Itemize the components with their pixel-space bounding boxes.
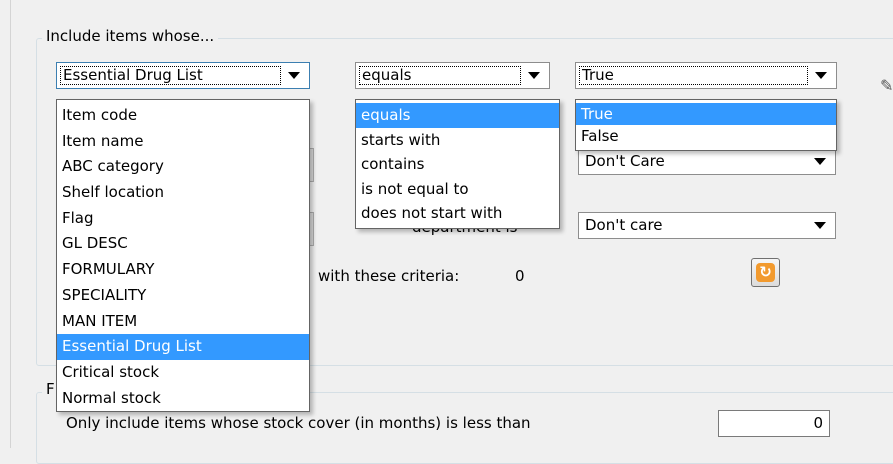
include-items-legend: Include items whose...: [42, 27, 219, 45]
field-option[interactable]: Critical stock: [57, 360, 309, 386]
operator-option[interactable]: is not equal to: [356, 177, 559, 202]
refresh-icon: ↻: [756, 263, 775, 282]
field-option[interactable]: GL DESC: [57, 231, 309, 257]
field-option[interactable]: Item name: [57, 129, 309, 155]
operator-combo-value: equals: [359, 66, 521, 85]
chevron-down-icon: [288, 72, 300, 79]
field-dropdown-list: Item code Item name ABC category Shelf loca…: [56, 99, 310, 412]
criteria-label: with these criteria:: [318, 267, 460, 285]
operator-dropdown-list: equals starts with contains is not equal to…: [355, 99, 560, 229]
value-dropdown-list: True False: [575, 99, 837, 151]
window-edge: [10, 0, 11, 448]
chevron-down-icon: [814, 222, 826, 229]
operator-option[interactable]: starts with: [356, 128, 559, 153]
value-combo-value: True: [579, 66, 808, 85]
field-option[interactable]: ABC category: [57, 154, 309, 180]
operator-option[interactable]: equals: [356, 103, 559, 128]
dont-care-combo-2[interactable]: Don't care: [578, 212, 836, 239]
field-option[interactable]: Shelf location: [57, 180, 309, 206]
edit-icon[interactable]: ✎: [880, 76, 893, 95]
field-option[interactable]: Essential Drug List: [57, 334, 309, 360]
chevron-down-icon: [814, 158, 826, 165]
field-combo[interactable]: Essential Drug List: [56, 62, 310, 89]
field-option[interactable]: FORMULARY: [57, 257, 309, 283]
field-option[interactable]: SPECIALITY: [57, 283, 309, 309]
value-option[interactable]: False: [576, 125, 836, 147]
operator-option[interactable]: contains: [356, 152, 559, 177]
field-option[interactable]: Normal stock: [57, 386, 309, 412]
field-option[interactable]: MAN ITEM: [57, 309, 309, 335]
refresh-button[interactable]: ↻: [751, 258, 780, 287]
chevron-down-icon: [528, 72, 540, 79]
stock-cover-input[interactable]: 0: [718, 410, 830, 437]
field-option[interactable]: Flag: [57, 206, 309, 232]
field-option[interactable]: Item code: [57, 103, 309, 129]
dont-care-combo-1-value: Don't Care: [585, 152, 665, 170]
criteria-count: 0: [515, 267, 525, 285]
value-option[interactable]: True: [576, 103, 836, 125]
value-combo[interactable]: True: [575, 62, 837, 89]
dont-care-combo-2-value: Don't care: [585, 216, 663, 234]
operator-combo[interactable]: equals: [355, 62, 550, 89]
chevron-down-icon: [815, 72, 827, 79]
field-combo-value: Essential Drug List: [60, 66, 281, 85]
dont-care-combo-1[interactable]: Don't Care: [578, 148, 836, 175]
stock-cover-label: Only include items whose stock cover (in…: [66, 414, 531, 432]
operator-option[interactable]: does not start with: [356, 201, 559, 226]
